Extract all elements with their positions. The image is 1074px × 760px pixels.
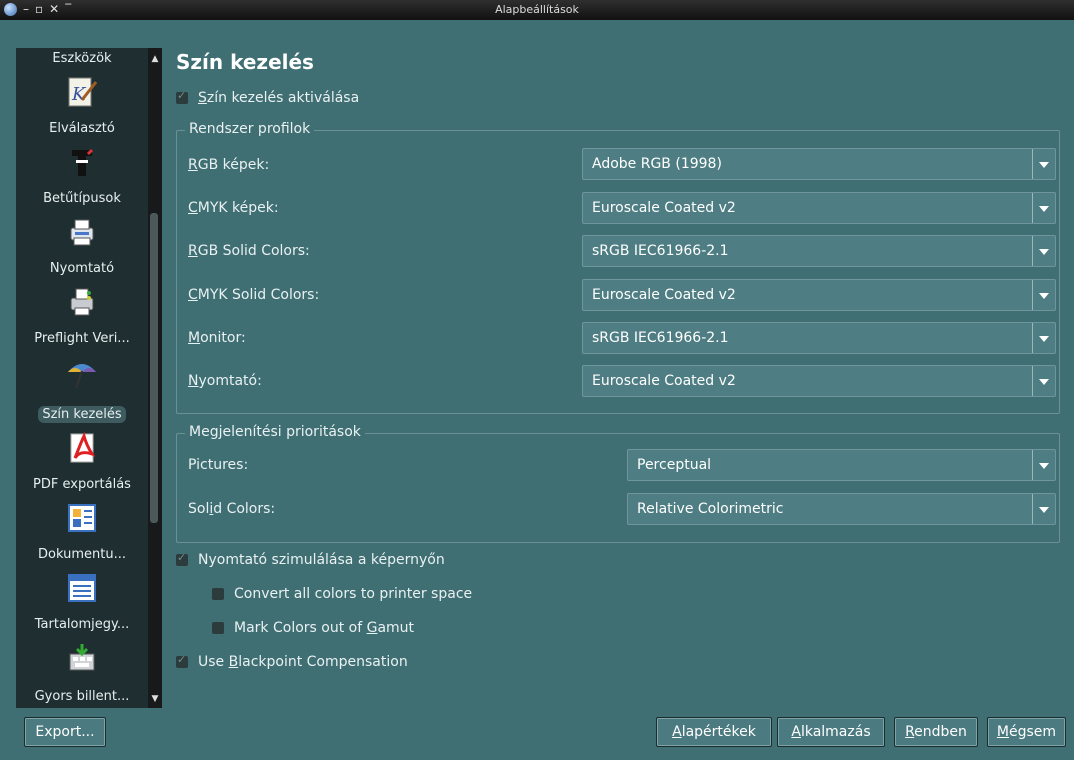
scrollbar-thumb[interactable]: [150, 213, 158, 523]
printer-icon: [70, 288, 94, 316]
pictures-label: Pictures:: [188, 457, 249, 473]
sidebar-item-label: Preflight Veri...: [34, 331, 130, 346]
chevron-down-icon[interactable]: [1032, 193, 1055, 223]
checkbox-icon: [176, 551, 188, 566]
apply-button[interactable]: Alkalmazás: [777, 717, 885, 747]
checkbox-label: Nyomtató szimulálása a képernyőn: [198, 552, 445, 568]
chevron-down-icon[interactable]: [1032, 366, 1055, 396]
sidebar-item-pdf-export[interactable]: PDF exportálás: [16, 476, 148, 493]
fonts-icon: [70, 219, 94, 246]
tools-icon: K: [68, 77, 98, 107]
rgb-solid-colors-label: RGB Solid Colors:: [188, 243, 310, 259]
cmyk-solid-colors-select[interactable]: Euroscale Coated v2: [582, 279, 1056, 311]
scroll-up-icon[interactable]: ▲: [150, 54, 160, 64]
sidebar-item-label: Gyors billent...: [34, 689, 130, 704]
rgb-images-label: RGB képek:: [188, 157, 270, 173]
cmyk-solid-colors-label: CMYK Solid Colors:: [188, 287, 320, 303]
sidebar-item-toc[interactable]: Tartalomjegy...: [16, 616, 148, 633]
hyphenator-icon: [72, 148, 94, 176]
scroll-down-icon[interactable]: ▼: [150, 694, 160, 704]
page-title: Szín kezelés: [176, 50, 314, 74]
checkbox-label: Szín kezelés aktiválása: [198, 90, 360, 106]
monitor-select[interactable]: sRGB IEC61966-2.1: [582, 322, 1056, 354]
title-bar: – ▫ ✕ ‾ Alapbeállítások: [0, 0, 1074, 20]
checkbox-label: Convert all colors to printer space: [234, 586, 473, 602]
blackpoint-compensation-checkbox[interactable]: Use Blackpoint Compensation: [176, 653, 408, 670]
cmyk-images-label: CMYK képek:: [188, 200, 279, 216]
rgb-images-select[interactable]: Adobe RGB (1998): [582, 148, 1056, 180]
sidebar-item-label: Eszközök: [52, 51, 112, 66]
sidebar-scrollbar[interactable]: ▲ ▼: [148, 48, 162, 708]
printer-label: Nyomtató:: [188, 373, 262, 389]
cmyk-images-select[interactable]: Euroscale Coated v2: [582, 192, 1056, 224]
checkbox-icon: [176, 653, 188, 668]
sidebar-item-fonts[interactable]: Betűtípusok: [16, 190, 148, 207]
sidebar-item-color-management[interactable]: Szín kezelés: [16, 406, 148, 423]
monitor-label: Monitor:: [188, 330, 246, 346]
ok-button[interactable]: Rendben: [894, 717, 978, 747]
sidebar-item-label: Nyomtató: [49, 261, 115, 276]
checkbox-icon: [212, 622, 224, 634]
sidebar-item-label: Elválasztó: [49, 121, 115, 136]
window-title: Alapbeállítások: [495, 3, 579, 16]
rgb-solid-colors-select[interactable]: sRGB IEC61966-2.1: [582, 235, 1056, 267]
printer-profile-select[interactable]: Euroscale Coated v2: [582, 365, 1056, 397]
sidebar-item-hyphenator[interactable]: Elválasztó: [16, 120, 148, 137]
sidebar-item-preflight[interactable]: Preflight Veri...: [16, 330, 148, 347]
sidebar-item-label: Betűtípusok: [43, 191, 121, 206]
export-button[interactable]: Export...: [24, 717, 106, 747]
chevron-down-icon[interactable]: [1032, 323, 1055, 353]
mark-out-of-gamut-checkbox[interactable]: Mark Colors out of Gamut: [212, 620, 414, 636]
chevron-down-icon[interactable]: [1032, 149, 1055, 179]
toc-icon: [68, 574, 96, 602]
convert-to-printer-space-checkbox[interactable]: Convert all colors to printer space: [212, 586, 472, 602]
group-title: Megjelenítési prioritások: [185, 424, 365, 440]
activate-color-management-checkbox[interactable]: Szín kezelés aktiválása: [176, 89, 360, 106]
cancel-button[interactable]: Mégsem: [987, 717, 1066, 747]
sidebar-item-tools[interactable]: Eszközök: [16, 50, 148, 67]
checkbox-label: Use Blackpoint Compensation: [198, 654, 408, 670]
preflight-icon: [68, 364, 96, 389]
chevron-down-icon[interactable]: [1032, 280, 1055, 310]
sidebar-item-document-items[interactable]: Dokumentu...: [16, 546, 148, 563]
pictures-intent-select[interactable]: Perceptual: [627, 449, 1056, 481]
keyboard-shortcuts-icon: [69, 644, 95, 671]
sidebar-item-label: PDF exportálás: [33, 477, 131, 492]
pdf-icon: [70, 432, 96, 463]
sidebar-item-label: Tartalomjegy...: [34, 617, 130, 632]
group-title: Rendszer profilok: [185, 121, 315, 137]
sidebar: Eszközök K Elválasztó Betűtípusok Nyomta…: [16, 48, 148, 708]
sidebar-item-keyboard-shortcuts[interactable]: Gyors billent...: [16, 688, 148, 705]
sidebar-item-printer[interactable]: Nyomtató: [16, 260, 148, 277]
checkbox-label: Mark Colors out of Gamut: [234, 620, 415, 636]
defaults-button[interactable]: Alapértékek: [656, 717, 772, 747]
sidebar-item-label: Dokumentu...: [38, 547, 126, 562]
checkbox-icon: [176, 89, 188, 104]
solid-colors-label: Solid Colors:: [188, 501, 276, 517]
solid-colors-intent-select[interactable]: Relative Colorimetric: [627, 493, 1056, 525]
chevron-down-icon[interactable]: [1032, 494, 1055, 524]
chevron-down-icon[interactable]: [1032, 236, 1055, 266]
chevron-down-icon[interactable]: [1032, 450, 1055, 480]
document-items-icon: [68, 504, 96, 532]
sidebar-item-label: Szín kezelés: [38, 406, 126, 423]
checkbox-icon: [212, 588, 224, 600]
simulate-printer-checkbox[interactable]: Nyomtató szimulálása a képernyőn: [176, 551, 445, 568]
